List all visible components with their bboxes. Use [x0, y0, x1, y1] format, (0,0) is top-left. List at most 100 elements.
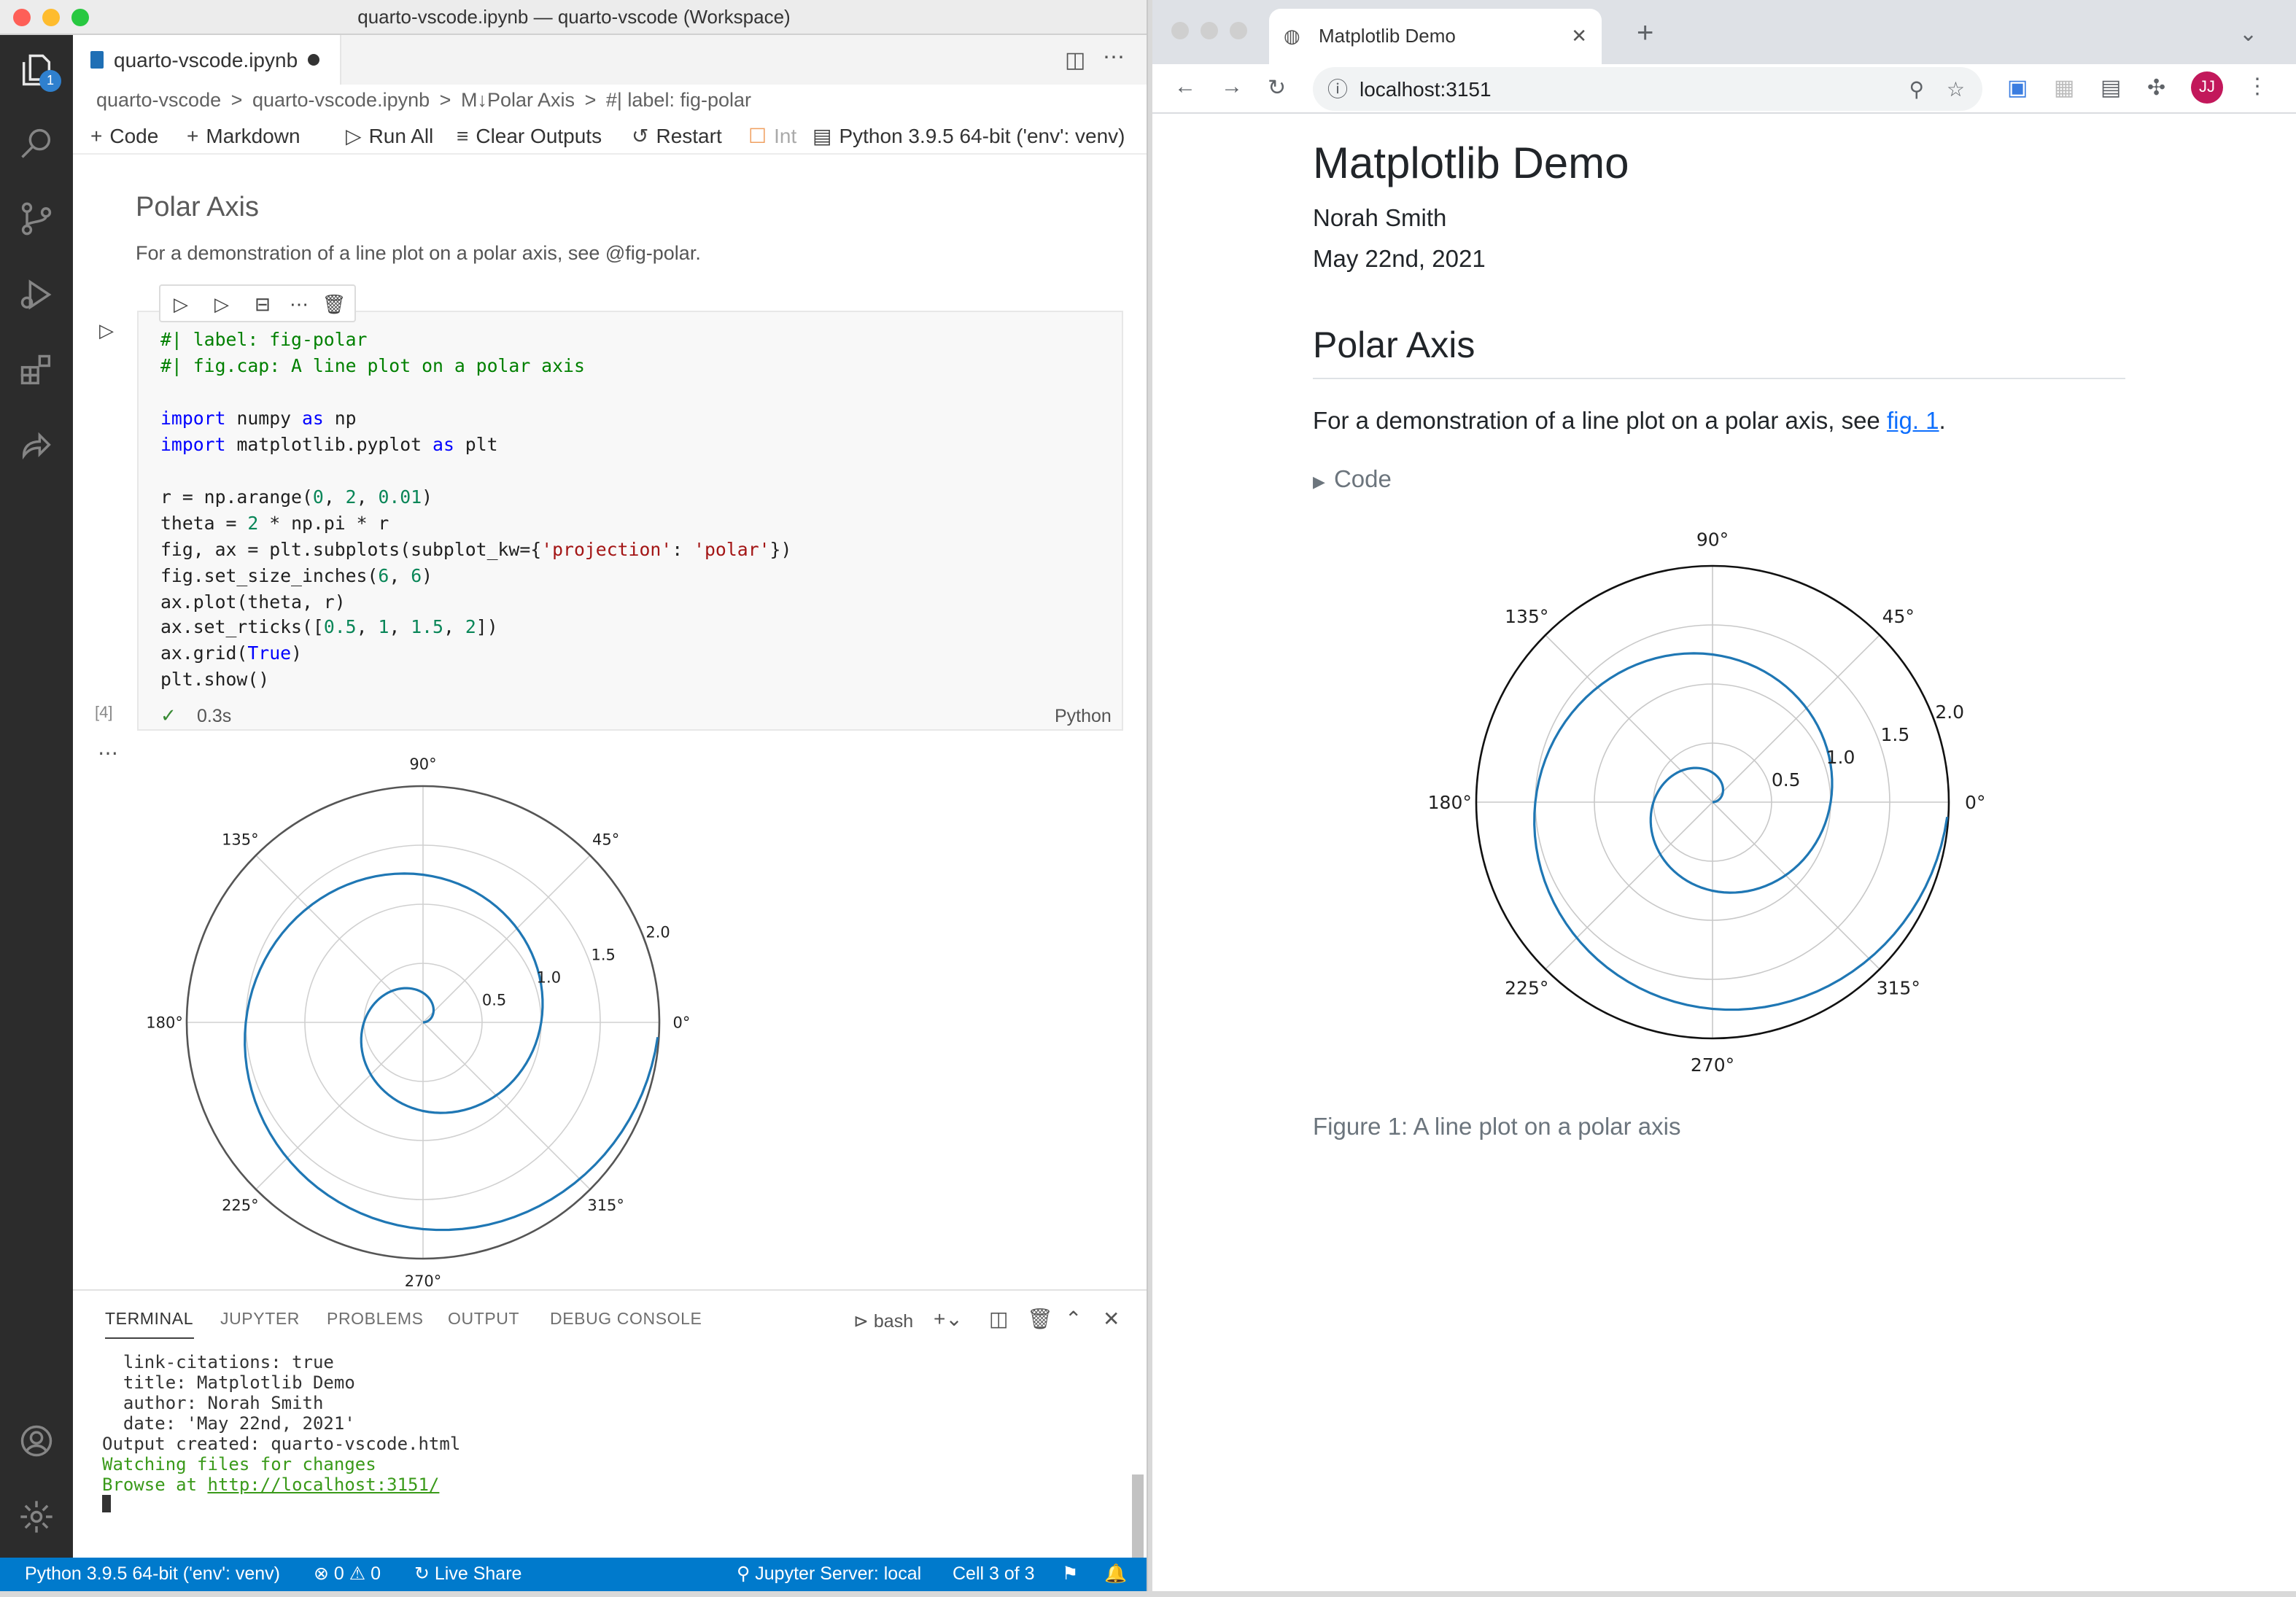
restart-button[interactable]: ↺ Restart: [632, 117, 722, 155]
delete-cell-icon[interactable]: 🗑: [321, 292, 347, 318]
clear-outputs-button[interactable]: ≡ Clear Outputs: [457, 117, 602, 155]
new-tab-icon[interactable]: +: [1637, 18, 1653, 51]
close-tab-icon[interactable]: ✕: [1571, 9, 1587, 64]
minimize-window-button[interactable]: [1201, 22, 1218, 39]
editor-tabs: quarto-vscode.ipynb ◫ ⋯: [73, 35, 1147, 85]
interrupt-button[interactable]: ☐ Int: [748, 117, 796, 155]
unsaved-dot-icon[interactable]: [308, 54, 319, 66]
reader-icon[interactable]: ▤: [2101, 74, 2121, 101]
maximize-window-button[interactable]: [1230, 22, 1247, 39]
angle-tick-label: 90°: [1696, 529, 1729, 551]
maximize-window-button[interactable]: [71, 9, 89, 26]
zoom-icon[interactable]: ⚲: [1909, 67, 1924, 111]
spiral-series-line: [244, 872, 659, 1232]
account-icon[interactable]: [0, 1406, 73, 1476]
zoom-extension-icon[interactable]: ▣: [2007, 74, 2028, 101]
localhost-link[interactable]: http://localhost:3151/: [208, 1474, 440, 1495]
close-window-button[interactable]: [13, 9, 31, 26]
output-more-icon[interactable]: ⋯: [98, 741, 118, 766]
cell-language[interactable]: Python: [1055, 706, 1112, 726]
split-editor-icon[interactable]: ◫: [1065, 47, 1085, 73]
maximize-panel-icon[interactable]: ⌃: [1065, 1307, 1082, 1332]
run-below-icon[interactable]: ▷: [209, 292, 235, 318]
radial-tick-label: 0.5: [482, 991, 506, 1009]
angle-tick-label: 180°: [146, 1014, 183, 1031]
add-code-cell-button[interactable]: + Code: [90, 117, 158, 155]
figure-link[interactable]: fig. 1: [1887, 408, 1939, 435]
problems-status[interactable]: ⊗ 0 ⚠ 0: [314, 1558, 381, 1591]
cell-more-icon[interactable]: ⋯: [286, 292, 312, 318]
angle-tick-label: 45°: [1882, 606, 1915, 627]
kernel-picker[interactable]: ▤ Python 3.9.5 64-bit ('env': venv): [812, 117, 1125, 155]
extension-icon[interactable]: ▦: [2054, 74, 2074, 101]
breadcrumb-item[interactable]: M↓Polar Axis: [461, 89, 575, 111]
live-share-status[interactable]: ↻ Live Share: [414, 1558, 521, 1591]
browse-prefix: Browse at: [102, 1474, 208, 1495]
extensions-icon[interactable]: [0, 335, 73, 405]
split-terminal-icon[interactable]: ◫: [989, 1307, 1008, 1332]
code-editor[interactable]: #| label: fig-polar #| fig.cap: A line p…: [160, 327, 791, 693]
angular-grid-line: [255, 1022, 424, 1190]
new-terminal-icon[interactable]: +⌄: [934, 1307, 963, 1332]
site-info-icon[interactable]: ⓘ: [1327, 67, 1348, 111]
angle-tick-label: 135°: [1505, 606, 1548, 627]
close-window-button[interactable]: [1171, 22, 1189, 39]
terminal-output[interactable]: link-citations: true title: Matplotlib D…: [102, 1352, 460, 1517]
close-panel-icon[interactable]: ✕: [1103, 1307, 1120, 1332]
tab-notebook[interactable]: quarto-vscode.ipynb: [73, 35, 341, 85]
minimize-window-button[interactable]: [42, 9, 60, 26]
run-all-icon: ▷: [346, 124, 362, 147]
tab-debug-console[interactable]: DEBUG CONSOLE: [550, 1311, 702, 1329]
source-control-icon[interactable]: [0, 184, 73, 254]
bookmark-star-icon[interactable]: ☆: [1947, 67, 1965, 111]
back-icon[interactable]: ←: [1174, 74, 1196, 99]
tab-jupyter[interactable]: JUPYTER: [220, 1311, 300, 1329]
browser-menu-icon[interactable]: ⋮: [2246, 73, 2268, 99]
reload-icon[interactable]: ↻: [1268, 74, 1286, 101]
extensions-puzzle-icon[interactable]: ✣: [2147, 74, 2165, 101]
breadcrumb-item[interactable]: quarto-vscode: [96, 89, 221, 111]
run-cell-icon[interactable]: ▷: [99, 319, 114, 343]
jupyter-server-status[interactable]: ⚲ Jupyter Server: local: [737, 1558, 921, 1591]
notifications-bell-icon[interactable]: 🔔: [1104, 1558, 1127, 1591]
clear-all-icon: ≡: [457, 124, 469, 147]
cell-position-status[interactable]: Cell 3 of 3: [953, 1558, 1035, 1591]
forward-icon[interactable]: →: [1221, 74, 1243, 99]
browser-tab-title: Matplotlib Demo: [1319, 25, 1456, 47]
profile-avatar[interactable]: JJ: [2191, 71, 2223, 104]
browser-window: ◍ Matplotlib Demo ✕ + ⌄ ← → ↻ ⓘ localhos…: [1152, 0, 2296, 1591]
feedback-icon[interactable]: ⚑: [1062, 1558, 1078, 1591]
terminal-shell-selector[interactable]: ⊳ bash: [853, 1310, 913, 1332]
markdown-heading: Polar Axis: [136, 193, 259, 223]
notebook-file-icon: [90, 51, 104, 69]
kill-terminal-icon[interactable]: 🗑: [1027, 1307, 1053, 1332]
tab-terminal[interactable]: TERMINAL: [105, 1311, 194, 1339]
live-share-icon[interactable]: [0, 411, 73, 481]
terminal-line: Output created: quarto-vscode.html: [102, 1434, 461, 1454]
breadcrumb-item[interactable]: #| label: fig-polar: [606, 89, 751, 111]
python-interpreter-status[interactable]: Python 3.9.5 64-bit ('env': venv): [25, 1558, 280, 1591]
split-cell-icon[interactable]: ⊟: [249, 292, 276, 318]
settings-gear-icon[interactable]: [0, 1482, 73, 1552]
address-bar[interactable]: ⓘ localhost:3151 ⚲ ☆: [1313, 67, 1982, 111]
more-actions-icon[interactable]: ⋯: [1103, 44, 1125, 70]
tab-search-icon[interactable]: ⌄: [2239, 20, 2257, 47]
spiral-series-line: [1533, 652, 1949, 1011]
run-debug-icon[interactable]: [0, 260, 73, 330]
terminal-scrollbar[interactable]: [1132, 1474, 1144, 1559]
run-all-button[interactable]: ▷ Run All: [346, 117, 433, 155]
angular-grid-line: [1545, 801, 1713, 970]
markdown-paragraph: For a demonstration of a line plot on a …: [136, 242, 701, 264]
code-fold-toggle[interactable]: ▶ Code: [1313, 467, 1392, 494]
tab-problems[interactable]: PROBLEMS: [327, 1311, 424, 1329]
browser-tab[interactable]: ◍ Matplotlib Demo ✕: [1269, 9, 1602, 64]
tab-output[interactable]: OUTPUT: [448, 1311, 519, 1329]
search-icon[interactable]: [0, 108, 73, 178]
breadcrumb: quarto-vscode > quarto-vscode.ipynb > M↓…: [73, 85, 1147, 117]
angle-tick-label: 0°: [673, 1014, 691, 1031]
plus-icon: +: [187, 124, 199, 147]
breadcrumb-item[interactable]: quarto-vscode.ipynb: [252, 89, 430, 111]
explorer-icon[interactable]: 1: [0, 35, 73, 105]
add-markdown-cell-button[interactable]: + Markdown: [187, 117, 300, 155]
run-above-icon[interactable]: ▷: [168, 292, 194, 318]
